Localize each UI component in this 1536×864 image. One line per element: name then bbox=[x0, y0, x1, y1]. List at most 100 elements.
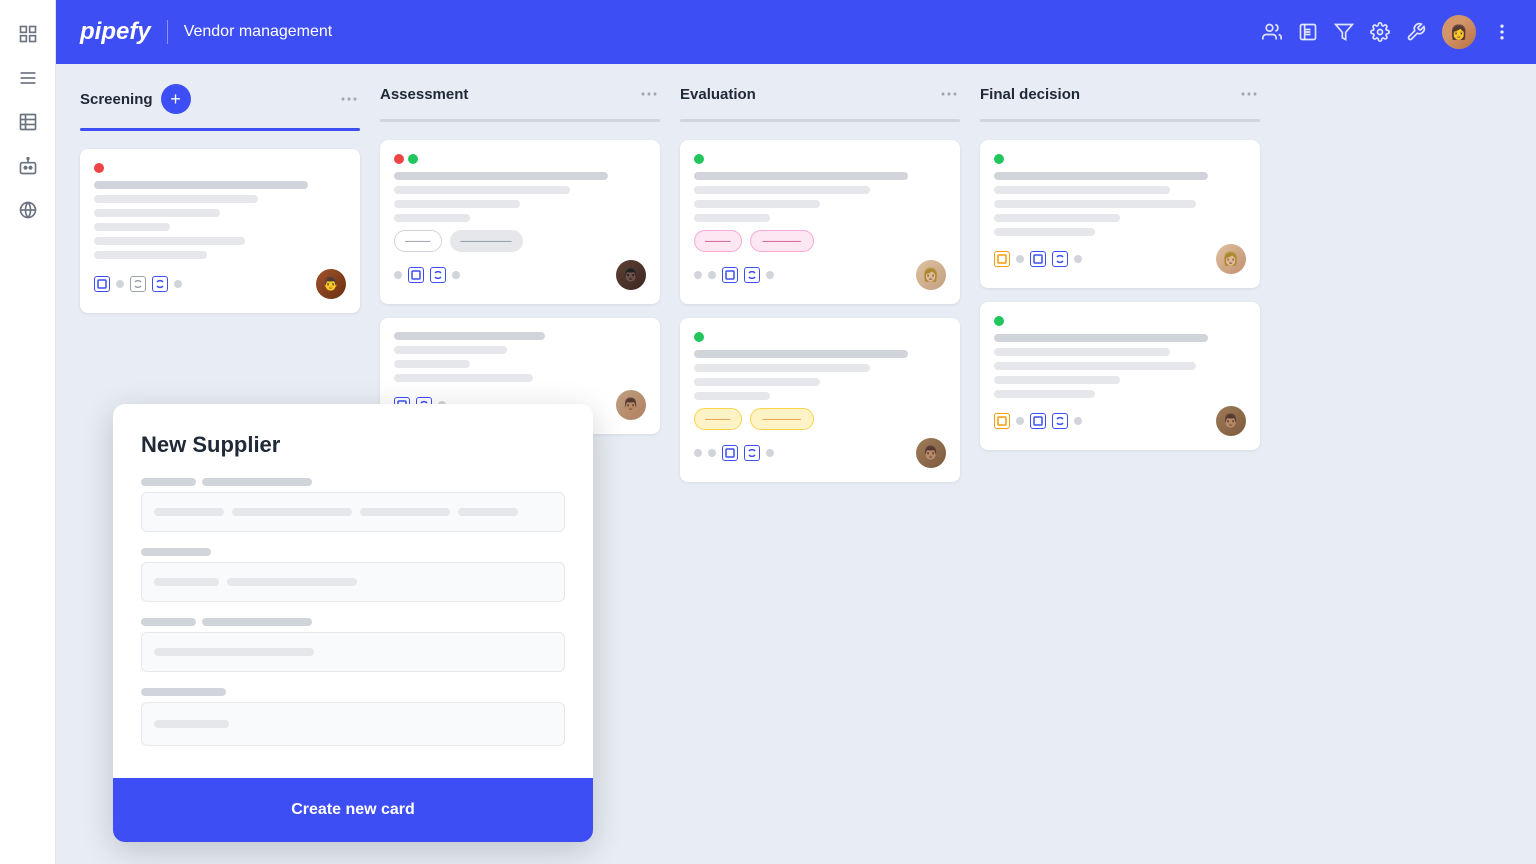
card-action-icon[interactable] bbox=[722, 445, 738, 461]
column-header-assessment: Assessment ⋯ bbox=[380, 84, 660, 105]
sidebar-icon-list[interactable] bbox=[10, 60, 46, 96]
card-skel bbox=[394, 374, 533, 382]
pipefy-logo: pipefy bbox=[80, 18, 151, 46]
card-refresh-icon[interactable] bbox=[1052, 413, 1068, 429]
sidebar-icon-bot[interactable] bbox=[10, 148, 46, 184]
card-skel bbox=[694, 364, 870, 372]
input-content bbox=[154, 578, 357, 586]
modal-title: New Supplier bbox=[141, 432, 565, 458]
form-input-3[interactable] bbox=[141, 632, 565, 672]
sidebar-icon-grid[interactable] bbox=[10, 16, 46, 52]
card-action-icon[interactable] bbox=[722, 267, 738, 283]
form-group-1 bbox=[141, 478, 565, 532]
label-skel bbox=[141, 618, 196, 626]
card-refresh-icon[interactable] bbox=[430, 267, 446, 283]
card-action-icon[interactable] bbox=[994, 251, 1010, 267]
card-evaluation-1[interactable]: ──── ────── 👩🏼 bbox=[680, 140, 960, 304]
form-input-4[interactable] bbox=[141, 702, 565, 746]
settings-icon[interactable] bbox=[1370, 22, 1390, 42]
app-header: pipefy Vendor management bbox=[56, 0, 1536, 64]
card-final-1[interactable]: 👩🏼 bbox=[980, 140, 1260, 288]
card-badges: ──── ──────── bbox=[394, 230, 646, 252]
import-icon[interactable] bbox=[1298, 22, 1318, 42]
form-input-2[interactable] bbox=[141, 562, 565, 602]
card-dot bbox=[694, 271, 702, 279]
card-icons bbox=[994, 413, 1082, 429]
form-label-1 bbox=[141, 478, 565, 486]
column-more-final[interactable]: ⋯ bbox=[1240, 84, 1260, 105]
sidebar-icon-table[interactable] bbox=[10, 104, 46, 140]
column-bar-screening bbox=[80, 128, 360, 131]
column-title-evaluation: Evaluation bbox=[680, 86, 756, 103]
create-new-card-button[interactable]: Create new card bbox=[291, 801, 415, 819]
card-action-icon[interactable] bbox=[94, 276, 110, 292]
card-refresh-icon[interactable] bbox=[1052, 251, 1068, 267]
wrench-icon[interactable] bbox=[1406, 22, 1426, 42]
kanban-board: Screening + ⋯ bbox=[56, 64, 1536, 864]
card-badge-pink2: ────── bbox=[750, 230, 814, 252]
column-title-assessment: Assessment bbox=[380, 86, 468, 103]
card-refresh-icon[interactable] bbox=[744, 445, 760, 461]
card-dots bbox=[994, 316, 1246, 326]
column-add-button-screening[interactable]: + bbox=[161, 84, 191, 114]
card-skel bbox=[994, 214, 1120, 222]
card-sync-icon[interactable] bbox=[130, 276, 146, 292]
card-dots bbox=[994, 154, 1246, 164]
card-final-2[interactable]: 👨🏽 bbox=[980, 302, 1260, 450]
card-badges: ──── ────── bbox=[694, 408, 946, 430]
column-more-assessment[interactable]: ⋯ bbox=[640, 84, 660, 105]
card-status-dot bbox=[116, 280, 124, 288]
card-refresh-icon[interactable] bbox=[152, 276, 168, 292]
card-skel bbox=[94, 195, 258, 203]
card-action-icon[interactable] bbox=[994, 413, 1010, 429]
card-refresh-icon[interactable] bbox=[744, 267, 760, 283]
column-header-final: Final decision ⋯ bbox=[980, 84, 1260, 105]
create-card-footer[interactable]: Create new card bbox=[113, 778, 593, 842]
card-evaluation-2[interactable]: ──── ────── 👨🏽 bbox=[680, 318, 960, 482]
form-input-1[interactable] bbox=[141, 492, 565, 532]
card-skel bbox=[994, 228, 1095, 236]
card-sync-icon[interactable] bbox=[1030, 251, 1046, 267]
input-skel bbox=[154, 720, 229, 728]
card-skel bbox=[394, 172, 608, 180]
card-skel bbox=[694, 172, 908, 180]
users-icon[interactable] bbox=[1262, 22, 1282, 42]
card-dot bbox=[1074, 255, 1082, 263]
card-dot bbox=[394, 271, 402, 279]
header-left: pipefy Vendor management bbox=[80, 18, 332, 46]
card-sync-icon[interactable] bbox=[1030, 413, 1046, 429]
avatar-image: 👩 bbox=[1442, 15, 1476, 49]
card-screening-1[interactable]: 👨 bbox=[80, 149, 360, 313]
priority-dot-green bbox=[994, 316, 1004, 326]
card-skel bbox=[394, 346, 507, 354]
card-skel bbox=[394, 200, 520, 208]
card-icons bbox=[94, 276, 182, 292]
card-skel bbox=[994, 200, 1196, 208]
card-dot bbox=[766, 271, 774, 279]
card-badge-orange2: ────── bbox=[750, 408, 814, 430]
card-skel bbox=[994, 362, 1196, 370]
input-skel bbox=[232, 508, 352, 516]
column-bar-evaluation bbox=[680, 119, 960, 122]
form-label-3 bbox=[141, 618, 565, 626]
column-header-screening: Screening + ⋯ bbox=[80, 84, 360, 114]
filter-icon[interactable] bbox=[1334, 22, 1354, 42]
column-more-evaluation[interactable]: ⋯ bbox=[940, 84, 960, 105]
input-skel bbox=[154, 578, 219, 586]
user-avatar[interactable]: 👩 bbox=[1442, 15, 1476, 49]
label-skel bbox=[141, 548, 211, 556]
label-skel bbox=[202, 618, 312, 626]
sidebar-icon-globe[interactable] bbox=[10, 192, 46, 228]
card-action-icon[interactable] bbox=[408, 267, 424, 283]
priority-dot-green bbox=[408, 154, 418, 164]
card-assessment-1[interactable]: ──── ──────── 👨🏿 bbox=[380, 140, 660, 304]
card-dot bbox=[1016, 255, 1024, 263]
input-content bbox=[154, 720, 229, 728]
card-badge-orange: ──── bbox=[694, 408, 742, 430]
card-assignee-avatar: 👨🏽 bbox=[1216, 406, 1246, 436]
form-group-3 bbox=[141, 618, 565, 672]
card-skel bbox=[994, 390, 1095, 398]
column-more-screening[interactable]: ⋯ bbox=[340, 89, 360, 110]
column-title-screening: Screening bbox=[80, 91, 153, 108]
more-icon[interactable] bbox=[1492, 22, 1512, 42]
